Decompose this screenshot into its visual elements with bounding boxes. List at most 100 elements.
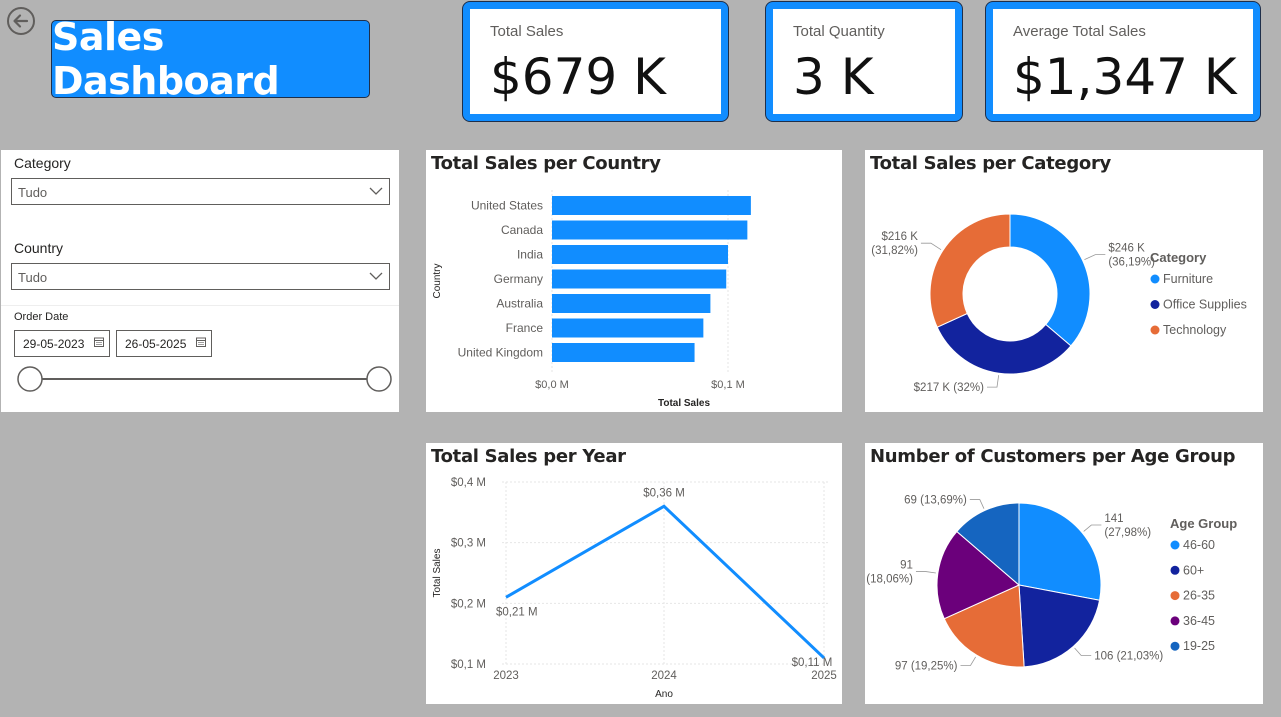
legend-marker <box>1170 540 1180 550</box>
chevron-down-icon <box>369 187 383 195</box>
data-label: $0,36 M <box>643 487 685 499</box>
pie-slice <box>929 213 1011 328</box>
chevron-down-icon <box>369 272 383 280</box>
legend-marker <box>1170 591 1180 601</box>
y-axis-title: Country <box>432 263 443 298</box>
category-dropdown-value: Tudo <box>18 185 48 200</box>
x-axis-title: Ano <box>655 689 673 700</box>
pie-slice <box>1018 502 1102 601</box>
label-leader <box>960 656 976 666</box>
year-chart-panel: Total Sales per Year $0,4 M $0,3 M $0,2 M $… <box>426 443 842 704</box>
country-chart-panel: Total Sales per Country $0,0 M $0,1 M Unit… <box>426 150 842 412</box>
legend-marker <box>1150 325 1160 335</box>
country-dropdown[interactable]: Tudo <box>11 263 390 290</box>
back-button[interactable] <box>6 6 35 35</box>
legend-label: Office Supplies <box>1163 298 1247 312</box>
legend-label: 46-60 <box>1183 538 1215 552</box>
legend-marker <box>1170 616 1180 626</box>
slider-end-handle[interactable] <box>366 366 392 392</box>
data-label: $0,21 M <box>496 606 538 618</box>
label-leader <box>986 375 1000 388</box>
data-label: 141 <box>1104 513 1123 525</box>
y-tick-label: Germany <box>494 272 543 286</box>
start-date-value: 29-05-2023 <box>23 337 85 351</box>
kpi-label: Average Total Sales <box>1013 23 1146 40</box>
legend-marker <box>1150 300 1160 309</box>
bar <box>552 245 728 264</box>
slider-start-handle[interactable] <box>17 366 43 392</box>
legend-label: 60+ <box>1183 563 1204 577</box>
slicer-panel: Category Tudo Country Tudo Order Date 29… <box>1 150 399 412</box>
back-arrow-circle-icon <box>7 7 35 35</box>
y-tick-label: India <box>517 248 543 262</box>
start-date-input[interactable]: 29-05-2023 <box>14 330 110 357</box>
y-tick-label: France <box>506 321 544 335</box>
legend-title: Category <box>1150 250 1207 265</box>
label-leader <box>915 571 936 574</box>
legend-label: Technology <box>1163 323 1227 337</box>
y-tick-label: $0,2 M <box>451 598 486 610</box>
label-leader <box>1083 524 1102 532</box>
category-donut-chart: $246 K (36,19%) $217 K (32%) $216 K (31,82%)… <box>871 213 1247 394</box>
x-tick-label: 2025 <box>811 670 837 682</box>
category-chart-panel: Total Sales per Category $246 K (36,19%) $… <box>865 150 1263 412</box>
page-title: Sales Dashboard <box>52 15 280 103</box>
country-slicer-label: Country <box>14 240 64 256</box>
bar <box>552 343 695 362</box>
end-date-value: 26-05-2025 <box>125 337 187 351</box>
legend-marker <box>1170 641 1180 651</box>
kpi-card-total-quantity: Total Quantity 3 K <box>765 1 963 122</box>
kpi-value: $679 K <box>490 48 666 106</box>
date-range-slider[interactable] <box>15 365 393 393</box>
y-tick-label: $0,3 M <box>451 538 486 550</box>
label-leader <box>1074 647 1092 656</box>
data-label: 106 (21,03%) <box>1094 650 1163 662</box>
data-label: $217 K (32%) <box>914 382 984 394</box>
legend-label: Furniture <box>1163 272 1213 286</box>
y-tick-label: Australia <box>496 297 543 311</box>
legend-label: 19-25 <box>1183 639 1215 653</box>
legend-title: Age Group <box>1170 516 1237 531</box>
category-slicer-label: Category <box>14 155 71 171</box>
kpi-label: Total Sales <box>490 23 564 40</box>
country-dropdown-value: Tudo <box>18 270 48 285</box>
data-label: (27,98%) <box>1104 527 1151 539</box>
label-leader <box>969 499 985 509</box>
y-axis-title: Total Sales <box>432 549 443 598</box>
y-tick-label: $0,1 M <box>451 659 486 671</box>
label-leader <box>1084 254 1106 260</box>
year-line-chart: $0,4 M $0,3 M $0,2 M $0,1 M 2023 2024 2025 $0,2… <box>432 477 837 700</box>
legend-marker <box>1170 565 1180 575</box>
kpi-value: $1,347 K <box>1013 48 1237 106</box>
end-date-input[interactable]: 26-05-2025 <box>116 330 212 357</box>
divider <box>1 305 399 306</box>
data-label: $0,11 M <box>792 657 833 669</box>
kpi-card-total-sales: Total Sales $679 K <box>462 1 729 122</box>
age-chart-panel: Number of Customers per Age Group 141 (27… <box>865 443 1263 704</box>
calendar-icon <box>94 337 104 347</box>
data-label: (36,19%) <box>1108 257 1155 269</box>
dashboard-title-box: Sales Dashboard <box>51 15 370 103</box>
y-tick-label: Canada <box>501 223 543 237</box>
bar <box>552 220 748 240</box>
kpi-card-average-total-sales: Average Total Sales $1,347 K <box>985 1 1261 122</box>
country-bar-chart: $0,0 M $0,1 M United States Canada India Germ… <box>432 190 751 409</box>
x-tick-label: 2024 <box>651 670 677 682</box>
x-tick-label: $0,1 M <box>711 379 745 391</box>
bar <box>552 196 751 215</box>
data-label: $216 K <box>881 231 918 243</box>
data-label: (18,06%) <box>866 574 913 586</box>
y-tick-label: United Kingdom <box>458 346 543 360</box>
order-date-label: Order Date <box>14 311 69 323</box>
legend-label: 26-35 <box>1183 589 1215 603</box>
legend-label: 36-45 <box>1183 614 1215 628</box>
data-label: (31,82%) <box>871 245 918 257</box>
legend-marker <box>1150 274 1160 284</box>
calendar-icon <box>196 337 206 347</box>
category-dropdown[interactable]: Tudo <box>11 178 390 205</box>
kpi-value: 3 K <box>793 48 874 106</box>
series-line <box>505 504 826 660</box>
data-label: $246 K <box>1108 243 1145 255</box>
y-tick-label: $0,4 M <box>451 477 486 489</box>
bar <box>552 294 711 313</box>
